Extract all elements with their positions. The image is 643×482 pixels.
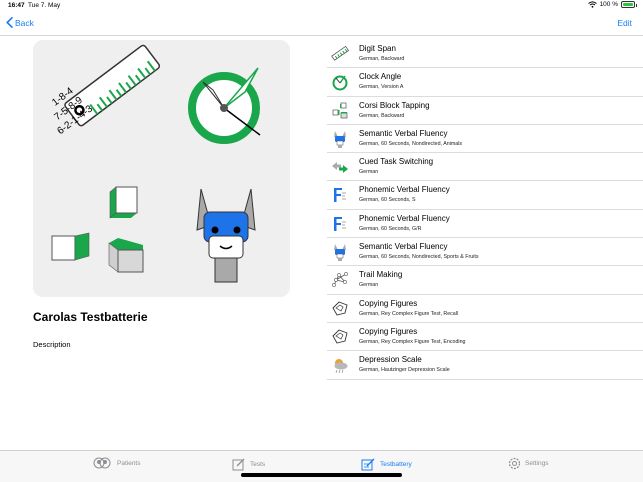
test-name: Semantic Verbal Fluency: [359, 242, 448, 252]
test-row[interactable]: Cued Task Switching German: [327, 153, 643, 182]
tab-tests[interactable]: Tests: [232, 457, 265, 471]
figure-icon: [332, 329, 348, 344]
test-name: Copying Figures: [359, 298, 418, 308]
edit-button[interactable]: Edit: [617, 18, 632, 28]
battery-artwork: 1-8-4 7-5-8-9 6-2-1-4-3: [33, 40, 290, 297]
test-name: Depression Scale: [359, 355, 422, 365]
status-date: Tue 7. May: [28, 2, 61, 9]
test-row[interactable]: Copying Figures German, Rey Complex Figu…: [327, 323, 643, 352]
test-name: Digit Span: [359, 44, 396, 53]
tab-bar: Patients Tests Testbattery Settings: [0, 450, 643, 482]
tab-label: Settings: [525, 460, 549, 467]
test-name: Phonemic Verbal Fluency: [359, 213, 450, 223]
tab-settings[interactable]: Settings: [508, 457, 549, 470]
settings-icon: [508, 457, 521, 470]
test-detail: German, Rey Complex Figure Test, Encodin…: [359, 338, 466, 345]
cloud-icon: [334, 359, 348, 374]
test-detail: German, 60 Seconds, Nondirected, Sports …: [359, 254, 479, 261]
test-detail: German, 60 Seconds, Nondirected, Animals: [359, 140, 463, 147]
battery-icon: [621, 1, 637, 8]
clock-illustration: [188, 67, 261, 144]
description-label: Description: [33, 340, 71, 349]
test-row[interactable]: Phonemic Verbal Fluency German, 60 Secon…: [327, 210, 643, 239]
trail-icon: [332, 272, 348, 288]
status-right: 100 %: [587, 1, 637, 8]
test-detail: German, 60 Seconds, S: [359, 197, 416, 204]
test-detail: German, Rey Complex Figure Test, Recall: [359, 310, 459, 317]
test-detail: German, Hautzinger Depression Scale: [359, 367, 450, 374]
test-row[interactable]: Semantic Verbal Fluency German, 60 Secon…: [327, 238, 643, 267]
test-name: Corsi Block Tapping: [359, 100, 430, 110]
test-row[interactable]: Semantic Verbal Fluency German, 60 Secon…: [327, 125, 643, 154]
test-row[interactable]: Depression Scale German, Hautzinger Depr…: [327, 351, 643, 380]
chevron-left-icon: [6, 17, 13, 28]
test-name: Copying Figures: [359, 326, 418, 336]
test-detail: German, 60 Seconds, G/R: [359, 225, 422, 232]
home-indicator[interactable]: [241, 473, 402, 477]
battery-detail-pane: 1-8-4 7-5-8-9 6-2-1-4-3 Carolas Testbatt…: [0, 37, 317, 450]
test-detail: German, Backward: [359, 112, 405, 119]
test-name: Phonemic Verbal Fluency: [359, 185, 450, 195]
tests-icon: [232, 458, 245, 471]
llama-icon: [334, 130, 346, 148]
test-name: Clock Angle: [359, 72, 402, 82]
llama-icon: [334, 244, 346, 262]
digit-span-icon: [331, 45, 350, 61]
testbattery-icon: [361, 458, 375, 471]
test-detail: German, Version A: [359, 84, 404, 91]
battery-percent: 100 %: [599, 1, 618, 8]
test-row[interactable]: Clock Angle German, Version A: [327, 68, 643, 97]
test-detail: German: [359, 282, 379, 289]
test-row[interactable]: Trail Making German: [327, 266, 643, 295]
test-name: Trail Making: [359, 270, 403, 280]
letter-f-icon: [334, 188, 346, 203]
test-detail: German: [359, 169, 379, 176]
test-name: Semantic Verbal Fluency: [359, 128, 448, 138]
navigation-bar: Back Edit: [0, 12, 643, 36]
back-button[interactable]: Back: [6, 17, 34, 28]
blocks-icon: [332, 102, 348, 118]
llama-illustration: [196, 188, 256, 283]
clock-icon: [332, 75, 348, 91]
battery-artwork-illustration: 1-8-4 7-5-8-9 6-2-1-4-3: [50, 44, 261, 283]
tab-label: Patients: [117, 459, 141, 467]
test-row[interactable]: Digit Span German, Backward: [327, 40, 643, 69]
tab-label: Testbattery: [380, 460, 412, 468]
tab-label: Tests: [250, 460, 266, 468]
test-row[interactable]: Corsi Block Tapping German, Backward: [327, 97, 643, 125]
test-list: Digit Span German, Backward Clock Angle …: [327, 40, 643, 380]
test-row[interactable]: Copying Figures German, Rey Complex Figu…: [327, 295, 643, 323]
letter-f-icon: [334, 216, 346, 231]
patients-icon: [93, 457, 111, 469]
test-row[interactable]: Phonemic Verbal Fluency German, 60 Secon…: [327, 181, 643, 210]
cubes-illustration: [51, 186, 144, 273]
tab-testbattery[interactable]: Testbattery: [361, 457, 412, 471]
wifi-icon: [587, 1, 597, 8]
arrows-icon: [332, 162, 348, 174]
test-name: Cued Task Switching: [359, 157, 434, 167]
figure-icon: [332, 301, 348, 316]
status-time: 16:47: [8, 2, 25, 9]
back-label: Back: [15, 17, 34, 28]
tab-patients[interactable]: Patients: [93, 457, 141, 469]
status-bar: 16:47 Tue 7. May 100 %: [0, 0, 643, 12]
test-detail: German, Backward: [359, 56, 405, 62]
battery-title: Carolas Testbatterie: [33, 310, 148, 324]
